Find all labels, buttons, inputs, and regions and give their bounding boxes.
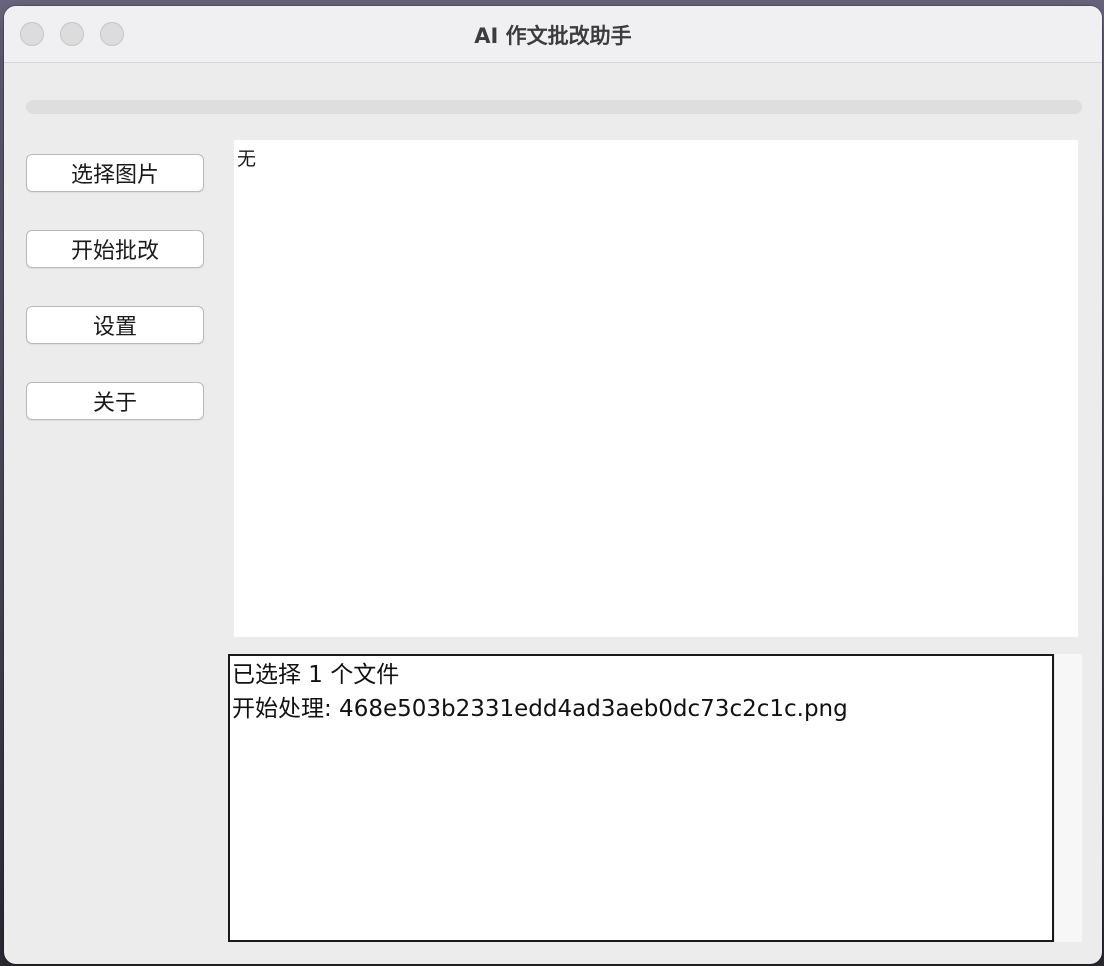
- log-line: 已选择 1 个文件: [232, 662, 400, 688]
- about-button[interactable]: 关于: [26, 382, 204, 420]
- select-image-button[interactable]: 选择图片: [26, 154, 204, 192]
- log-scrollbar[interactable]: [1054, 654, 1082, 942]
- settings-button[interactable]: 设置: [26, 306, 204, 344]
- log-line: 开始处理: 468e503b2331edd4ad3aeb0dc73c2c1c.p…: [232, 696, 848, 722]
- preview-placeholder-text: 无: [237, 148, 257, 170]
- start-grading-button[interactable]: 开始批改: [26, 230, 204, 268]
- title-bar[interactable]: AI 作文批改助手: [4, 6, 1102, 63]
- progress-bar: [26, 100, 1082, 114]
- window-title: AI 作文批改助手: [474, 24, 632, 48]
- log-text-area[interactable]: 已选择 1 个文件 开始处理: 468e503b2331edd4ad3aeb0d…: [228, 654, 1054, 942]
- app-window: AI 作文批改助手 选择图片 开始批改 设置 关于 无 已选择 1 个文件 开始…: [4, 6, 1102, 964]
- image-preview-panel: 无: [234, 140, 1078, 637]
